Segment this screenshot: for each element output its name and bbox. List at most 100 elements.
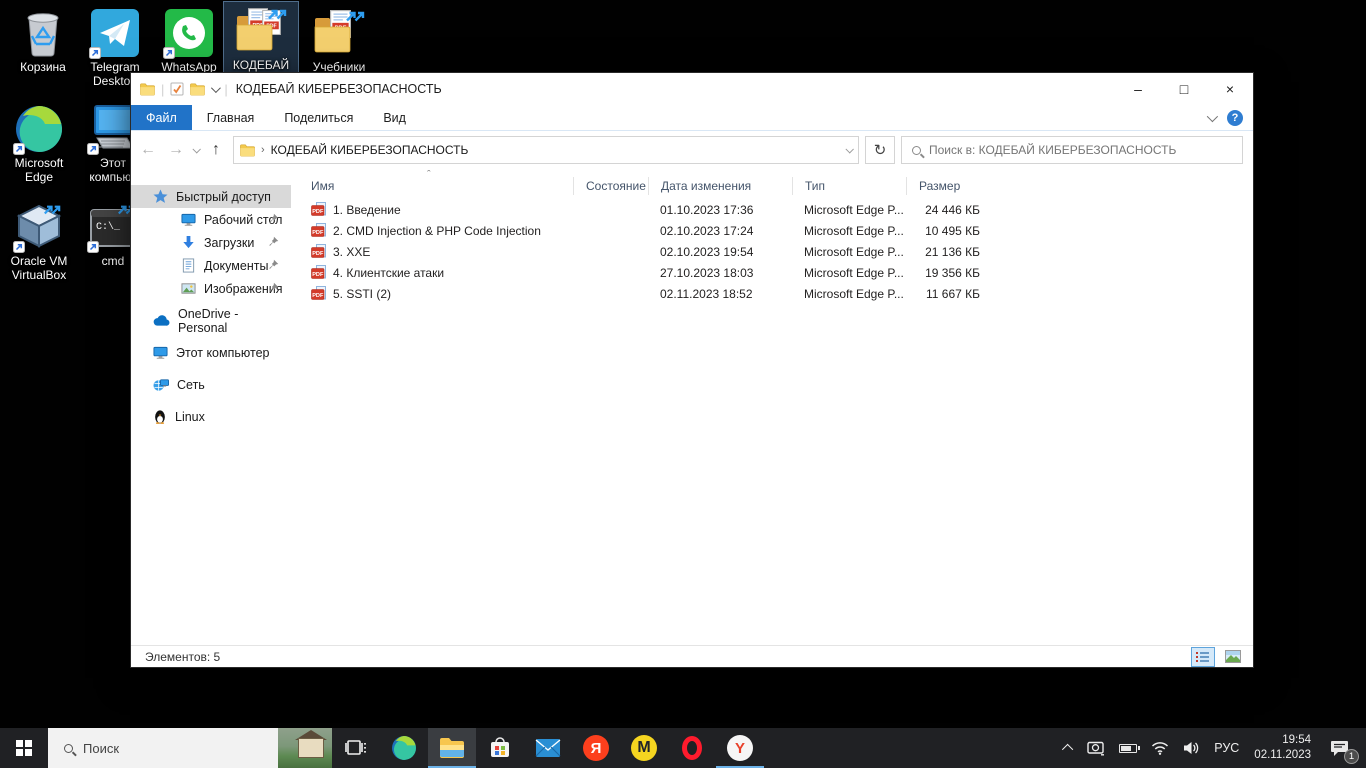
search-icon: [64, 744, 73, 753]
sidebar-item-linux[interactable]: Linux: [131, 405, 291, 428]
desktop-icon-edge[interactable]: Microsoft Edge: [2, 100, 76, 188]
minimize-button[interactable]: –: [1115, 73, 1161, 105]
sidebar-item-this-pc[interactable]: Этот компьютер: [131, 341, 291, 364]
address-bar[interactable]: › КОДЕБАЙ КИБЕРБЕЗОПАСНОСТЬ: [233, 136, 859, 164]
start-button[interactable]: [0, 728, 48, 768]
desktop-folder-icon: [181, 212, 196, 227]
taskbar-mail[interactable]: [524, 728, 572, 768]
pdf-file-icon: [311, 265, 327, 281]
back-button[interactable]: ←: [137, 141, 159, 159]
taskbar-store[interactable]: [476, 728, 524, 768]
desktop: Корзина Telegram Desktop WhatsApp: [0, 0, 1366, 768]
up-button[interactable]: ↑: [205, 141, 227, 159]
onedrive-icon: [153, 314, 170, 327]
help-icon[interactable]: ?: [1227, 110, 1243, 126]
status-bar: Элементов: 5: [131, 645, 1253, 667]
desktop-icon-virtualbox[interactable]: Oracle VM VirtualBox: [2, 198, 76, 286]
column-header-size[interactable]: Размер: [906, 177, 994, 195]
taskbar-opera[interactable]: [668, 728, 716, 768]
details-view-button[interactable]: [1191, 647, 1215, 667]
taskbar-yellow-m-app[interactable]: M: [620, 728, 668, 768]
sidebar-item-quick-access[interactable]: Быстрый доступ: [131, 185, 291, 208]
qat-dropdown-icon[interactable]: [211, 83, 221, 93]
taskbar-search-box[interactable]: Поиск: [48, 728, 332, 768]
pdf-file-icon: [311, 223, 327, 239]
separator: |: [161, 82, 164, 97]
file-row[interactable]: 2. CMD Injection & PHP Code Injection 02…: [291, 220, 1253, 241]
column-header-modified[interactable]: Дата изменения: [648, 177, 792, 195]
tray-expand-button[interactable]: [1058, 728, 1080, 768]
forward-button[interactable]: →: [165, 141, 187, 159]
search-placeholder: Поиск в: КОДЕБАЙ КИБЕРБЕЗОПАСНОСТЬ: [929, 143, 1176, 157]
column-header-status[interactable]: Состояние: [573, 177, 648, 195]
yandex-icon: Я: [583, 735, 609, 761]
linux-penguin-icon: [153, 409, 167, 424]
file-row[interactable]: 5. SSTI (2) 02.11.2023 18:52 Microsoft E…: [291, 283, 1253, 304]
sidebar-item-onedrive[interactable]: OneDrive - Personal: [131, 309, 291, 332]
yandex-browser-icon: Y: [727, 735, 753, 761]
clock[interactable]: 19:54 02.11.2023: [1246, 733, 1319, 763]
sidebar-item-network[interactable]: Сеть: [131, 373, 291, 396]
whatsapp-icon: [152, 6, 226, 58]
telegram-icon: [78, 6, 152, 58]
history-dropdown-icon[interactable]: [192, 145, 200, 153]
desktop-icon-whatsapp[interactable]: WhatsApp: [152, 4, 226, 78]
taskbar: Поиск: [0, 728, 1366, 768]
tab-view[interactable]: Вид: [368, 105, 421, 130]
desktop-icon-recycle-bin[interactable]: Корзина: [6, 4, 80, 78]
tab-share[interactable]: Поделиться: [269, 105, 368, 130]
tray-wifi-button[interactable]: [1144, 728, 1176, 768]
desktop-icon-uchebniki[interactable]: Учебники: [302, 4, 376, 78]
desktop-icon-kodebay[interactable]: КОДЕБАЙ: [224, 2, 298, 76]
search-highlight-image[interactable]: [278, 728, 332, 768]
file-row[interactable]: 4. Клиентские атаки 27.10.2023 18:03 Mic…: [291, 262, 1253, 283]
refresh-button[interactable]: ↻: [865, 136, 895, 164]
taskbar-file-explorer[interactable]: [428, 728, 476, 768]
taskbar-yandex-search[interactable]: Я: [572, 728, 620, 768]
column-headers: Имя Состояние Дата изменения Тип Размер: [291, 173, 1253, 199]
edge-icon: [391, 735, 417, 761]
close-button[interactable]: ×: [1207, 73, 1253, 105]
sidebar-item-desktop[interactable]: Рабочий стол: [131, 208, 291, 231]
ribbon-tabs: Файл Главная Поделиться Вид ?: [131, 105, 1253, 131]
tray-volume-button[interactable]: [1176, 728, 1207, 768]
sidebar-item-downloads[interactable]: Загрузки: [131, 231, 291, 254]
pdf-file-icon: [311, 286, 327, 302]
column-header-type[interactable]: Тип: [792, 177, 906, 195]
recycle-bin-icon: [6, 6, 80, 58]
task-view-button[interactable]: [332, 728, 380, 768]
maximize-button[interactable]: □: [1161, 73, 1207, 105]
task-view-icon: [345, 738, 367, 758]
tab-home[interactable]: Главная: [192, 105, 270, 130]
pin-icon: [268, 213, 279, 224]
pdf-file-icon: [311, 202, 327, 218]
sidebar-item-pictures[interactable]: Изображения: [131, 277, 291, 300]
file-row[interactable]: 3. XXE 02.10.2023 19:54 Microsoft Edge P…: [291, 241, 1253, 262]
mail-icon: [535, 738, 561, 758]
taskbar-yandex-browser[interactable]: Y: [716, 728, 764, 768]
file-row[interactable]: 1. Введение 01.10.2023 17:36 Microsoft E…: [291, 199, 1253, 220]
clock-time: 19:54: [1254, 733, 1311, 748]
store-icon: [488, 736, 512, 760]
tray-battery-button[interactable]: [1112, 728, 1144, 768]
language-indicator[interactable]: РУС: [1207, 728, 1246, 768]
breadcrumb[interactable]: КОДЕБАЙ КИБЕРБЕЗОПАСНОСТЬ: [271, 143, 469, 157]
notification-center-button[interactable]: 1: [1319, 728, 1361, 768]
new-folder-icon[interactable]: [190, 82, 205, 96]
tab-file[interactable]: Файл: [131, 105, 192, 130]
pin-icon: [268, 259, 279, 270]
thumbnails-view-button[interactable]: [1221, 647, 1245, 667]
file-explorer-icon: [439, 737, 465, 759]
desktop-icon-label: Oracle VM VirtualBox: [2, 255, 76, 283]
column-header-name[interactable]: Имя: [291, 177, 573, 195]
taskbar-edge[interactable]: [380, 728, 428, 768]
address-bar-row: ← → ↑ › КОДЕБАЙ КИБЕРБЕЗОПАСНОСТЬ ↻ Поис…: [131, 131, 1253, 169]
folder-pdf-icon: [302, 6, 376, 58]
properties-icon[interactable]: [170, 82, 184, 96]
collapse-ribbon-icon[interactable]: [1207, 110, 1218, 121]
search-box[interactable]: Поиск в: КОДЕБАЙ КИБЕРБЕЗОПАСНОСТЬ: [901, 136, 1243, 164]
address-dropdown-icon[interactable]: [845, 145, 853, 153]
tray-display-button[interactable]: [1080, 728, 1112, 768]
sidebar-item-documents[interactable]: Документы: [131, 254, 291, 277]
window-controls: – □ ×: [1115, 73, 1253, 105]
